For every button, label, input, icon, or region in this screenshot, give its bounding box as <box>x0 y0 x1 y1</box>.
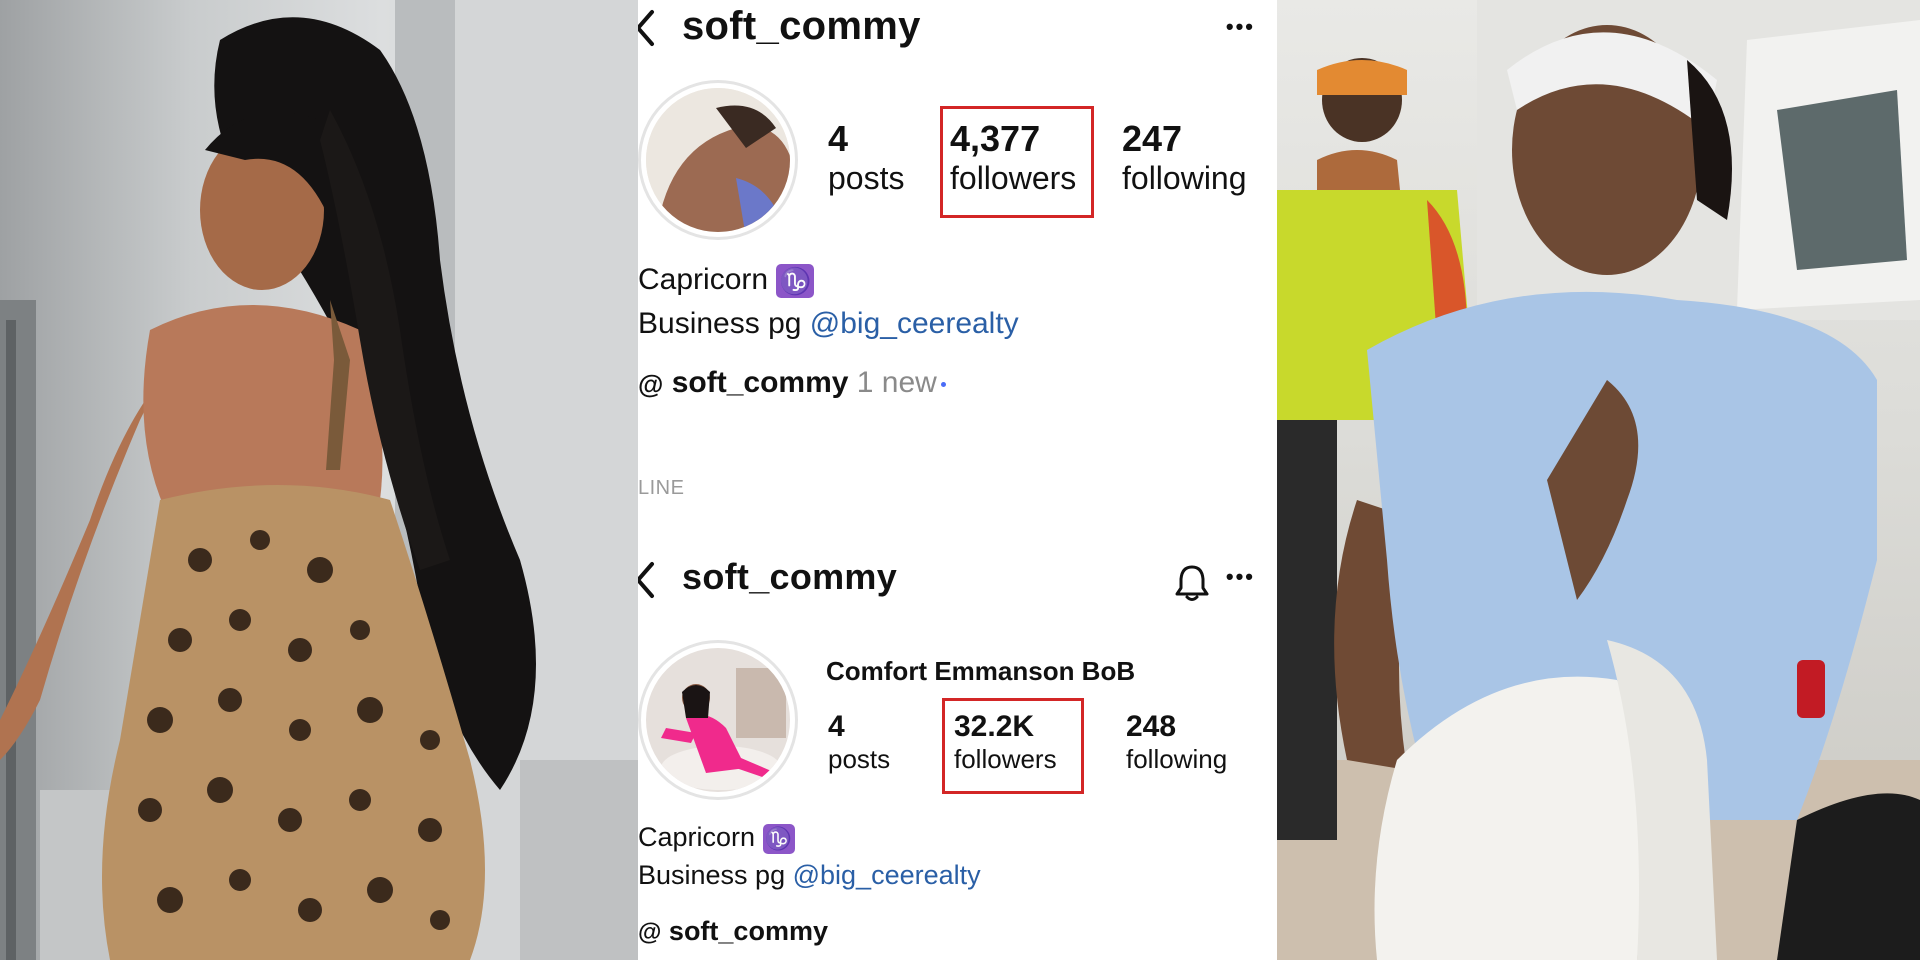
posts-stat[interactable]: 4 posts <box>828 710 890 775</box>
following-label: following <box>1126 744 1228 774</box>
following-count: 247 <box>1122 118 1183 159</box>
following-stat[interactable]: 248 following <box>1126 710 1227 775</box>
profile-bio: Capricorn ♑ Business pg @big_ceerealty <box>638 818 981 894</box>
profile-username: soft_commy <box>682 556 898 597</box>
profile-header: soft_commy ••• <box>638 0 1277 60</box>
more-options-icon[interactable]: ••• <box>1226 566 1255 588</box>
threads-icon: @ <box>638 368 664 399</box>
posts-count: 4 <box>828 118 849 159</box>
bio-zodiac-text: Capricorn <box>638 822 756 852</box>
bio-line-1: Capricorn ♑ <box>638 818 981 856</box>
bell-icon[interactable] <box>1175 564 1209 602</box>
new-indicator-dot <box>940 381 946 387</box>
avatar-photo <box>646 648 790 792</box>
back-chevron-icon[interactable] <box>638 560 656 600</box>
left-photo-illustration <box>0 0 638 960</box>
bio-business-text: Business pg <box>638 860 786 890</box>
followers-count: 32.2K <box>954 710 1035 743</box>
threads-icon: @ <box>638 918 662 946</box>
profile-card-bottom: soft_commy ••• Comfort Emmanson BoB 4 po… <box>638 540 1277 960</box>
posts-count: 4 <box>828 710 845 743</box>
followers-stat[interactable]: 32.2K followers <box>954 710 1057 775</box>
bio-business-text: Business pg <box>638 307 802 340</box>
profile-username: soft_commy <box>682 4 921 48</box>
posts-label: posts <box>828 744 891 774</box>
bio-line-2: Business pg @big_ceerealty <box>638 856 981 894</box>
capricorn-icon: ♑ <box>776 264 815 299</box>
profile-bio: Capricorn ♑ Business pg @big_ceerealty <box>638 258 1019 346</box>
followers-count: 4,377 <box>950 118 1041 159</box>
avatar-photo <box>646 88 790 232</box>
posts-label: posts <box>828 160 905 196</box>
right-photo-woman-blue-top <box>1277 0 1920 960</box>
profile-card-top: soft_commy ••• 4 posts 4,377 followers 2… <box>638 0 1277 460</box>
threads-new-count: 1 new <box>856 366 937 399</box>
profile-header: soft_commy ••• <box>638 552 1277 612</box>
right-photo-illustration <box>1277 0 1920 960</box>
threads-badge[interactable]: @ soft_commy 1 new <box>638 366 946 400</box>
bio-mention-link[interactable]: @big_ceerealty <box>810 307 1019 340</box>
bio-line-1: Capricorn ♑ <box>638 258 1019 302</box>
profile-avatar[interactable] <box>638 640 798 800</box>
threads-badge[interactable]: @ soft_commy <box>638 916 828 947</box>
threads-username: soft_commy <box>671 366 849 399</box>
bio-mention-link[interactable]: @big_ceerealty <box>793 860 981 890</box>
capricorn-icon: ♑ <box>762 823 795 854</box>
back-chevron-icon[interactable] <box>638 8 656 48</box>
followers-label: followers <box>950 160 1077 196</box>
profile-display-name: Comfort Emmanson BoB <box>826 656 1136 686</box>
section-label: LINE <box>638 477 685 499</box>
following-label: following <box>1122 160 1247 196</box>
following-count: 248 <box>1126 710 1177 743</box>
followers-stat[interactable]: 4,377 followers <box>950 118 1076 197</box>
profile-avatar[interactable] <box>638 80 798 240</box>
bio-line-2: Business pg @big_ceerealty <box>638 302 1019 346</box>
bio-zodiac-text: Capricorn <box>638 263 769 296</box>
threads-username: soft_commy <box>668 916 828 946</box>
followers-label: followers <box>954 744 1057 774</box>
left-photo-woman-leopard-dress <box>0 0 638 960</box>
instagram-profile-comparison: soft_commy ••• 4 posts 4,377 followers 2… <box>638 0 1277 960</box>
posts-stat[interactable]: 4 posts <box>828 118 904 197</box>
more-options-icon[interactable]: ••• <box>1226 16 1255 38</box>
following-stat[interactable]: 247 following <box>1122 118 1247 197</box>
